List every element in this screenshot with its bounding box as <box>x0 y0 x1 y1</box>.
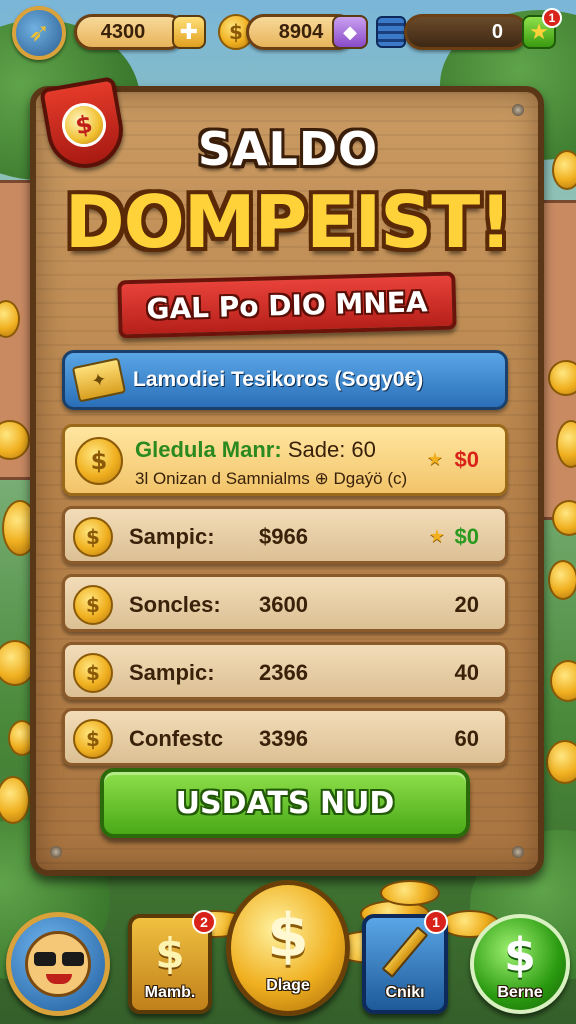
green-dollar-icon: $ <box>503 928 536 982</box>
nav-berne-button[interactable]: $ Berne <box>470 914 570 1014</box>
nav-mamb-label: Mamb. <box>144 984 196 1001</box>
nav-cniki-badge: 1 <box>424 910 448 934</box>
nav-mamb-badge: 2 <box>192 910 216 934</box>
nav-cniki-label: Cnikı <box>385 984 425 1001</box>
deposit-row[interactable]: $ Sampic: 2366 40 <box>62 642 508 700</box>
coin-stack-icon: $ <box>75 437 123 485</box>
row-amount: $966 <box>259 524 308 549</box>
nav-profile-button[interactable] <box>6 912 110 1016</box>
featured-subtitle: 3l Onizan d Samnialms ⊕ Dgaýö (c) <box>135 469 408 488</box>
coin-icon: $ <box>73 585 113 625</box>
counter-display: 0 <box>404 14 528 50</box>
pencil-icon <box>381 926 429 978</box>
row-reward: 40 <box>454 660 479 685</box>
nav-dlage-label: Dlage <box>266 977 310 994</box>
nav-berne-label: Berne <box>497 984 543 1001</box>
nail <box>512 104 524 116</box>
row-reward: 60 <box>454 726 479 751</box>
book-icon: ✦ <box>71 357 127 403</box>
featured-reward: $0 <box>454 447 479 472</box>
row-reward: 20 <box>454 592 479 617</box>
featured-title: Gledula Manr: Sade: 60 <box>135 437 376 463</box>
row-amount: 3396 <box>259 726 308 751</box>
gold-balance-value: 8904 <box>278 20 324 43</box>
add-coins-button[interactable]: ✚ <box>172 15 206 49</box>
title-ribbon: GAL Po DIO MNEA <box>117 271 457 339</box>
rocket-icon: ➶ <box>28 18 50 48</box>
featured-name: Gledula Manr: <box>135 437 282 462</box>
gem-button[interactable]: ◆ <box>332 15 368 49</box>
coin-icon: $ <box>73 719 113 759</box>
panel-subtitle: SALDO <box>197 122 379 176</box>
confirm-button-label: USDATS NUD <box>175 785 395 821</box>
deposit-row[interactable]: $ Sampic: $966 ★ $0 <box>62 506 508 564</box>
star-icon: ★ <box>426 449 443 470</box>
row-amount: 2366 <box>259 660 308 685</box>
floating-coin <box>552 500 576 536</box>
featured-deposit-row[interactable]: $ Gledula Manr: Sade: 60 3l Onizan d Sam… <box>62 424 508 496</box>
coin-balance-value: 4300 <box>100 20 146 43</box>
profile-avatar[interactable]: ➶ <box>12 6 66 60</box>
deposit-row[interactable]: $ Confestc 3396 60 <box>62 708 508 766</box>
info-bar[interactable]: ✦ Lamodiei Tesikoros (Sogy0€) <box>62 350 508 410</box>
coin-balance: 4300 <box>74 14 186 50</box>
info-bar-text: Lamodiei Tesikoros (Sogy0€) <box>133 368 424 391</box>
notification-badge: 1 <box>542 8 562 28</box>
coin-stack-icon <box>376 16 406 48</box>
nav-dlage-button[interactable]: $ Dlage <box>226 880 350 1016</box>
confirm-button[interactable]: USDATS NUD <box>100 768 470 838</box>
plus-icon: ✚ <box>179 19 199 45</box>
coin-pile <box>380 880 440 906</box>
row-amount: 3600 <box>259 592 308 617</box>
floating-coin <box>548 560 576 600</box>
floating-coin <box>548 360 576 396</box>
row-label: Soncles: <box>129 592 221 617</box>
row-label: Sampic: <box>129 524 215 549</box>
coin-icon: $ <box>73 517 113 557</box>
row-reward: $0 <box>454 524 479 549</box>
counter-value: 0 <box>491 20 503 43</box>
deposit-row[interactable]: $ Soncles: 3600 20 <box>62 574 508 632</box>
floating-coin <box>546 740 576 784</box>
panel-title: DOMPEIST! <box>64 180 512 264</box>
floating-coin <box>0 776 30 824</box>
row-label: Sampic: <box>129 660 215 685</box>
featured-extra: Sade: 60 <box>287 437 376 462</box>
star-icon: ★ <box>428 526 445 547</box>
row-label: Confestc <box>129 726 224 751</box>
coin-icon: $ <box>73 653 113 693</box>
sunglasses-avatar-icon <box>25 931 91 997</box>
floating-coin <box>550 660 576 702</box>
dollar-card-icon: $ <box>155 928 185 978</box>
nail <box>512 846 524 858</box>
ribbon-text: GAL Po DIO MNEA <box>146 284 428 326</box>
gem-icon: ◆ <box>343 21 357 43</box>
nail <box>50 846 62 858</box>
top-hud: ➶ 4300 ✚ $ 8904 ◆ 0 ★ 1 <box>0 6 576 60</box>
big-dollar-coin-icon: $ <box>267 901 309 971</box>
